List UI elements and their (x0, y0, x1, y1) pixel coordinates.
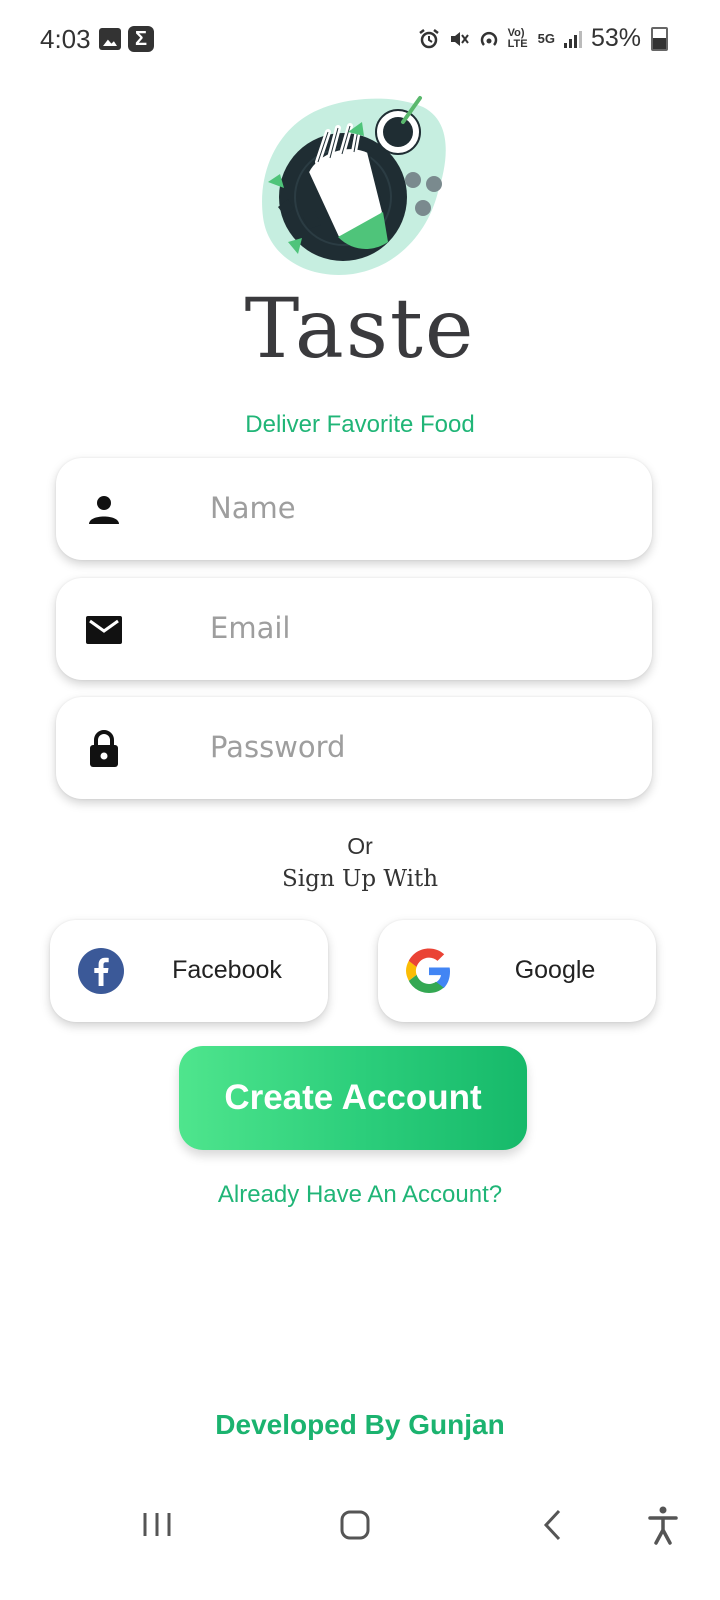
accessibility-icon[interactable] (633, 1490, 693, 1560)
back-button[interactable] (522, 1490, 582, 1560)
name-input[interactable] (210, 486, 630, 530)
mute-icon (450, 31, 469, 46)
create-account-button[interactable]: Create Account (179, 1046, 527, 1150)
google-icon (406, 948, 450, 993)
battery-icon (651, 26, 668, 51)
facebook-signup-button[interactable]: Facebook (50, 920, 328, 1022)
already-have-account-link[interactable]: Already Have An Account? (0, 1181, 720, 1209)
app-brand-title: Taste (244, 282, 476, 377)
lock-icon (90, 730, 118, 767)
facebook-label: Facebook (172, 956, 282, 984)
sigma-notification-icon: Σ (128, 26, 154, 52)
alarm-icon (418, 28, 439, 48)
network-type-indicator: 5G (537, 31, 555, 46)
password-field-container (56, 697, 652, 799)
app-tagline: Deliver Favorite Food (245, 411, 475, 438)
signal-strength-icon (563, 30, 582, 48)
gallery-notification-icon (99, 28, 121, 50)
volte-indicator: Vo) LTE (507, 26, 528, 50)
password-input[interactable] (210, 725, 630, 769)
email-field-container (56, 578, 652, 680)
status-bar: 4:03 Σ Vo) LTE 5G 53% (0, 0, 720, 80)
mail-icon (86, 616, 122, 644)
battery-percent: 53% (590, 24, 641, 52)
sign-up-with-text: Sign Up With (281, 866, 439, 892)
food-illustration (262, 96, 446, 275)
status-icons: Vo) LTE 5G 53% (418, 24, 668, 53)
hotspot-icon (480, 31, 497, 46)
home-button[interactable] (325, 1490, 385, 1560)
google-signup-button[interactable]: Google (378, 920, 656, 1022)
recent-apps-button[interactable] (127, 1490, 187, 1560)
status-time: 4:03 (40, 24, 91, 54)
google-label: Google (514, 956, 596, 984)
facebook-icon (78, 948, 124, 994)
or-divider-text: Or (347, 833, 373, 859)
developer-credit: Developed By Gunjan (215, 1409, 505, 1440)
name-field-container (56, 458, 652, 560)
person-icon (89, 496, 119, 524)
email-input[interactable] (210, 606, 630, 650)
